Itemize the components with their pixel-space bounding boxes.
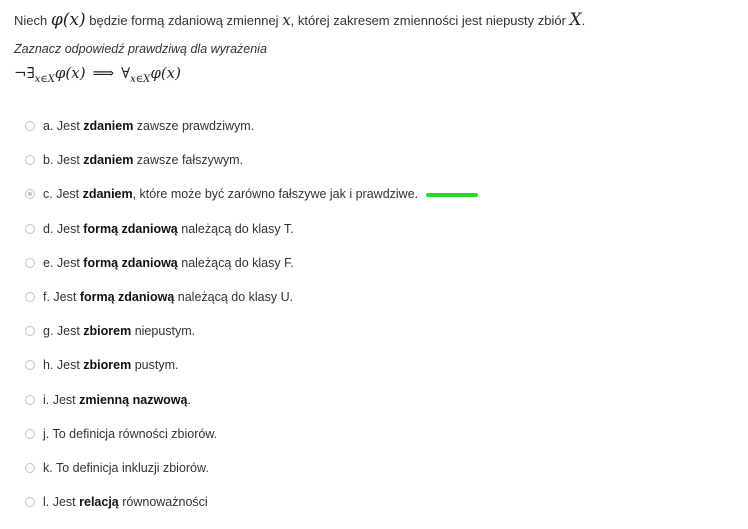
formula-lhs-phi: φ(x) (54, 64, 86, 82)
option-text-post: pustym. (131, 358, 179, 373)
option-text-pre: k. To definicja inkluzji zbiorów. (43, 460, 209, 475)
option-label: k. To definicja inkluzji zbiorów. (43, 461, 209, 475)
option-f[interactable]: f. Jest formą zdaniową należącą do klasy… (25, 290, 478, 324)
option-text-post: należącą do klasy U. (174, 289, 294, 304)
option-d[interactable]: d. Jest formą zdaniową należącą do klasy… (25, 222, 478, 256)
option-label: i. Jest zmienną nazwową. (43, 393, 191, 407)
option-label: f. Jest formą zdaniową należącą do klasy… (43, 290, 293, 304)
option-j[interactable]: j. To definicja równości zbiorów. (25, 427, 478, 461)
option-label: l. Jest relacją równoważności (43, 495, 208, 509)
radio-button-selected[interactable] (25, 189, 35, 200)
option-text-pre: g. Jest (43, 324, 84, 339)
option-text-bold: zbiorem (83, 358, 132, 373)
option-text-post: należącą do klasy F. (177, 255, 294, 270)
radio-button[interactable] (25, 155, 35, 166)
option-text-pre: f. Jest (43, 289, 80, 304)
option-text-post: należącą do klasy T. (177, 221, 294, 236)
radio-button[interactable] (25, 291, 35, 302)
radio-button[interactable] (25, 121, 35, 131)
option-label: g. Jest zbiorem niepustym. (43, 324, 195, 338)
formula-rhs-phi: φ(x) (150, 64, 181, 82)
set-x-math: X (569, 10, 582, 30)
option-text-post: niepustym. (131, 324, 196, 339)
question-part-1: Niech (14, 13, 51, 28)
option-label: b. Jest zdaniem zawsze fałszywym. (43, 153, 243, 167)
option-label: h. Jest zbiorem pustym. (43, 358, 178, 372)
option-text-bold: formą zdaniową (83, 221, 178, 236)
correct-answer-marker (426, 193, 479, 198)
radio-button[interactable] (25, 223, 35, 234)
radio-button[interactable] (25, 428, 35, 439)
option-text-pre: b. Jest (43, 153, 84, 168)
option-h[interactable]: h. Jest zbiorem pustym. (25, 358, 478, 392)
formula-lhs-quantifier: ¬∃ (14, 64, 35, 82)
variable-x-math: x (282, 11, 291, 29)
option-label: c. Jest zdaniem, które może być zarówno … (43, 187, 418, 201)
logic-formula: ¬∃x∈Xφ(x) ⟹ ∀x∈Xφ(x) (14, 64, 181, 85)
option-text-bold: zdaniem (83, 119, 134, 133)
option-g[interactable]: g. Jest zbiorem niepustym. (25, 324, 478, 358)
option-text-pre: j. To definicja równości zbiorów. (43, 426, 218, 441)
option-label: e. Jest formą zdaniową należącą do klasy… (43, 256, 294, 270)
option-text-bold: formą zdaniową (79, 289, 175, 304)
radio-button[interactable] (25, 497, 35, 508)
option-text-post: równoważności (118, 495, 208, 510)
option-text-bold: zdaniem (82, 187, 133, 202)
formula-rhs-quantifier: ∀ (121, 64, 131, 82)
phi-x-math: φ(x) (50, 10, 86, 30)
option-text-pre: a. Jest (43, 119, 84, 133)
radio-button[interactable] (25, 257, 35, 268)
option-text-pre: e. Jest (43, 255, 84, 270)
option-k[interactable]: k. To definicja inkluzji zbiorów. (25, 461, 478, 495)
option-text-pre: i. Jest (43, 392, 80, 407)
question-part-3: , której zakresem zmienności jest niepus… (290, 13, 570, 28)
option-b[interactable]: b. Jest zdaniem zawsze fałszywym. (25, 153, 478, 187)
option-text-bold: zdaniem (83, 153, 134, 168)
formula-rhs-subscript: x∈X (130, 74, 151, 85)
radio-button[interactable] (25, 360, 35, 371)
option-text-pre: d. Jest (43, 221, 84, 236)
option-text-post: . (187, 392, 191, 407)
option-label: j. To definicja równości zbiorów. (43, 427, 217, 441)
radio-button[interactable] (25, 326, 35, 337)
question-text: Niech φ(x) będzie formą zdaniową zmienne… (14, 10, 738, 31)
option-text-pre: h. Jest (43, 358, 84, 373)
option-a[interactable]: a. Jest zdaniem zawsze prawdziwym. (25, 119, 478, 153)
option-text-bold: zmienną nazwową (79, 392, 188, 407)
radio-button[interactable] (25, 394, 35, 405)
instruction-text: Zaznacz odpowiedź prawdziwą dla wyrażeni… (14, 42, 267, 56)
option-c[interactable]: c. Jest zdaniem, które może być zarówno … (25, 187, 479, 221)
option-label: a. Jest zdaniem zawsze prawdziwym. (43, 119, 254, 133)
radio-button[interactable] (25, 462, 35, 473)
answer-options-list: a. Jest zdaniem zawsze prawdziwym. b. Je… (25, 119, 479, 529)
option-text-bold: relacją (79, 495, 119, 510)
option-i[interactable]: i. Jest zmienną nazwową. (25, 393, 478, 427)
option-e[interactable]: e. Jest formą zdaniową należącą do klasy… (25, 256, 478, 290)
option-text-pre: c. Jest (43, 187, 83, 202)
option-text-bold: zbiorem (83, 324, 132, 339)
formula-lhs-subscript: x∈X (34, 74, 55, 85)
option-text-post: zawsze prawdziwym. (133, 119, 255, 133)
option-text-bold: formą zdaniową (83, 255, 178, 270)
question-part-4: . (581, 13, 586, 28)
question-part-2: będzie formą zdaniową zmiennej (85, 13, 283, 28)
option-text-post: zawsze fałszywym. (133, 153, 244, 168)
option-label: d. Jest formą zdaniową należącą do klasy… (43, 222, 294, 236)
option-text-post: , które może być zarówno fałszywe jak i … (132, 187, 419, 202)
implies-arrow: ⟹ (92, 64, 115, 82)
option-text-pre: l. Jest (43, 495, 80, 510)
